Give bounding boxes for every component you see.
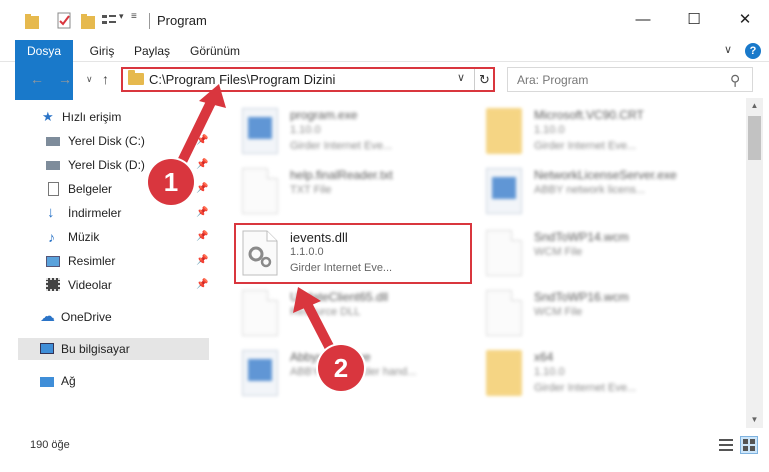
callout-badge-2: 2	[318, 345, 364, 391]
annotation-arrows	[170, 84, 341, 365]
callout-badge-1: 1	[148, 159, 194, 205]
